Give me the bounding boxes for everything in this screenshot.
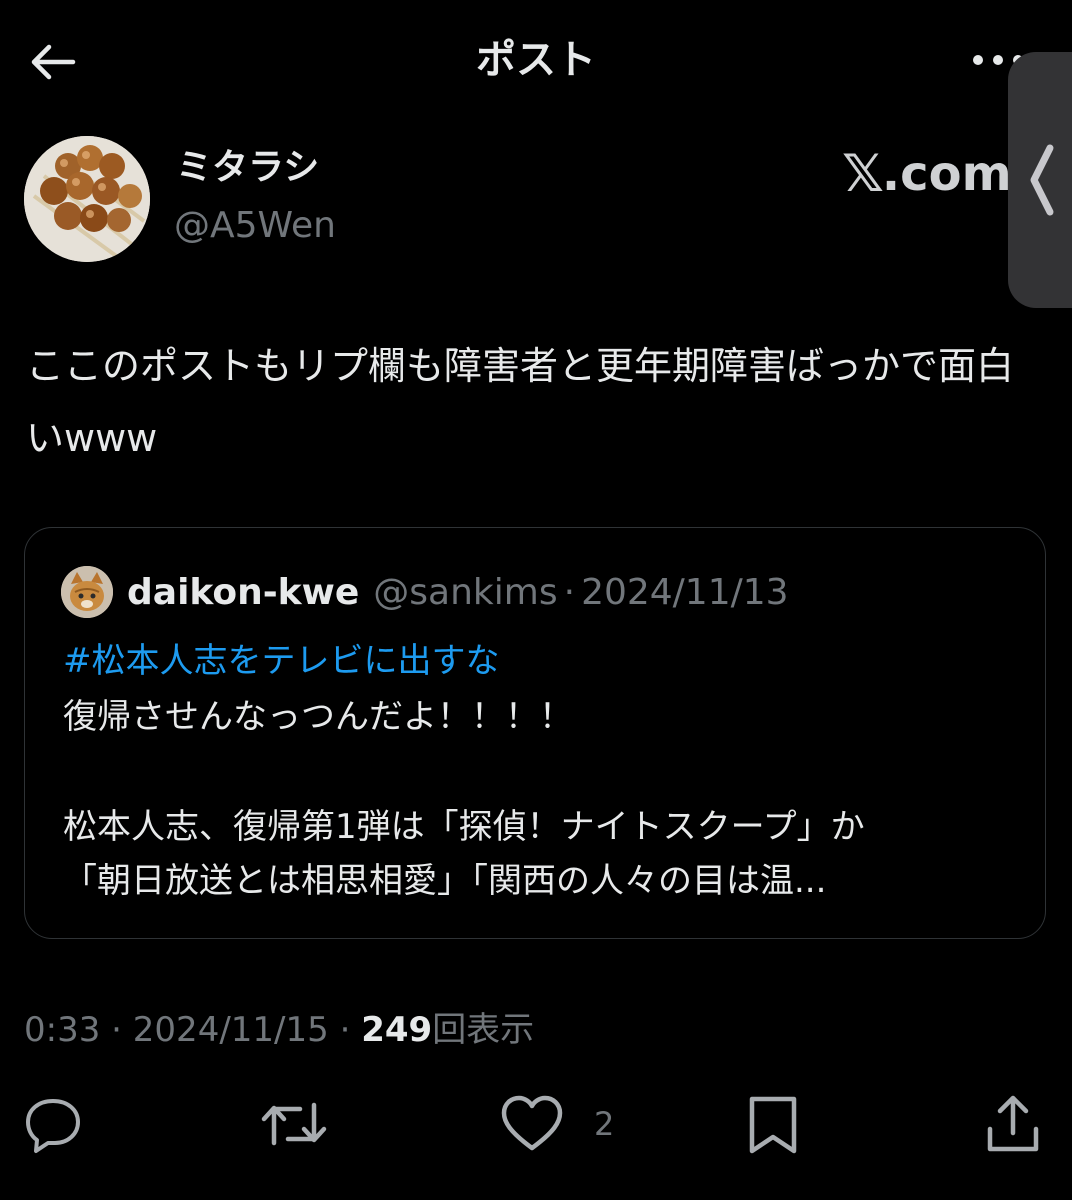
quoted-text-line-2: 松本人志、復帰第1弾は「探偵！ナイトスクープ」か — [63, 807, 865, 847]
share-icon — [987, 1095, 1039, 1152]
post-meta: 0:33 · 2024/11/15 · 249回表示 — [24, 1004, 534, 1056]
repost-icon — [261, 1102, 327, 1146]
quoted-text-line-3: 「朝日放送とは相思相愛」「関西の人々の目は温... — [63, 861, 827, 901]
author-name[interactable]: ミタラシ — [176, 144, 319, 192]
quoted-text-line-1: 復帰させんなっつんだよ！！！！ — [63, 697, 573, 737]
top-bar: ポスト — [0, 0, 1072, 120]
quoted-author-name: daikon-kwe — [127, 571, 360, 613]
page-title: ポスト — [476, 37, 596, 83]
x-com-watermark: 𝕏 .com — [842, 144, 1012, 204]
quoted-author-avatar — [61, 566, 113, 618]
quoted-author-handle: @sankims — [373, 571, 558, 613]
meta-separator: · — [111, 1010, 122, 1050]
like-count: 2 — [594, 1105, 615, 1143]
author-handle[interactable]: @A5Wen — [174, 202, 336, 250]
views-label: 回表示 — [432, 1010, 535, 1050]
share-button[interactable] — [984, 1088, 1042, 1160]
post-date: 2024/11/15 — [132, 1010, 329, 1050]
quoted-post-card[interactable]: daikon-kwe @sankims · 2024/11/13 #松本人志をテ… — [24, 527, 1046, 939]
meta-separator: · — [339, 1010, 351, 1050]
views-count[interactable]: 249 — [361, 1010, 432, 1050]
like-button[interactable]: 2 — [500, 1088, 614, 1160]
post-time: 0:33 — [24, 1010, 101, 1050]
watermark-domain: .com — [881, 146, 1012, 202]
bookmark-icon — [749, 1096, 797, 1154]
side-panel-handle[interactable] — [1008, 52, 1072, 308]
reply-button[interactable] — [22, 1088, 84, 1160]
quoted-hashtag-link[interactable]: #松本人志をテレビに出すな — [63, 633, 500, 689]
reply-icon — [26, 1099, 80, 1153]
quoted-separator: · — [563, 571, 576, 613]
author-avatar[interactable] — [24, 136, 150, 262]
avatar-dango-image — [24, 136, 150, 262]
post-text: ここのポストもリプ欄も障害者と更年期障害ばっかで面白いwww — [26, 344, 1015, 460]
quoted-post-header: daikon-kwe @sankims · 2024/11/13 — [127, 566, 789, 618]
x-logo-glyph: 𝕏 — [842, 144, 884, 204]
repost-button[interactable] — [260, 1088, 328, 1160]
bookmark-button[interactable] — [746, 1088, 800, 1160]
heart-icon — [501, 1095, 563, 1151]
chevron-left-icon — [1030, 144, 1054, 216]
quoted-post-date: 2024/11/13 — [581, 571, 789, 613]
action-bar: 2 — [0, 1088, 1072, 1168]
cat-avatar-image — [61, 566, 113, 618]
